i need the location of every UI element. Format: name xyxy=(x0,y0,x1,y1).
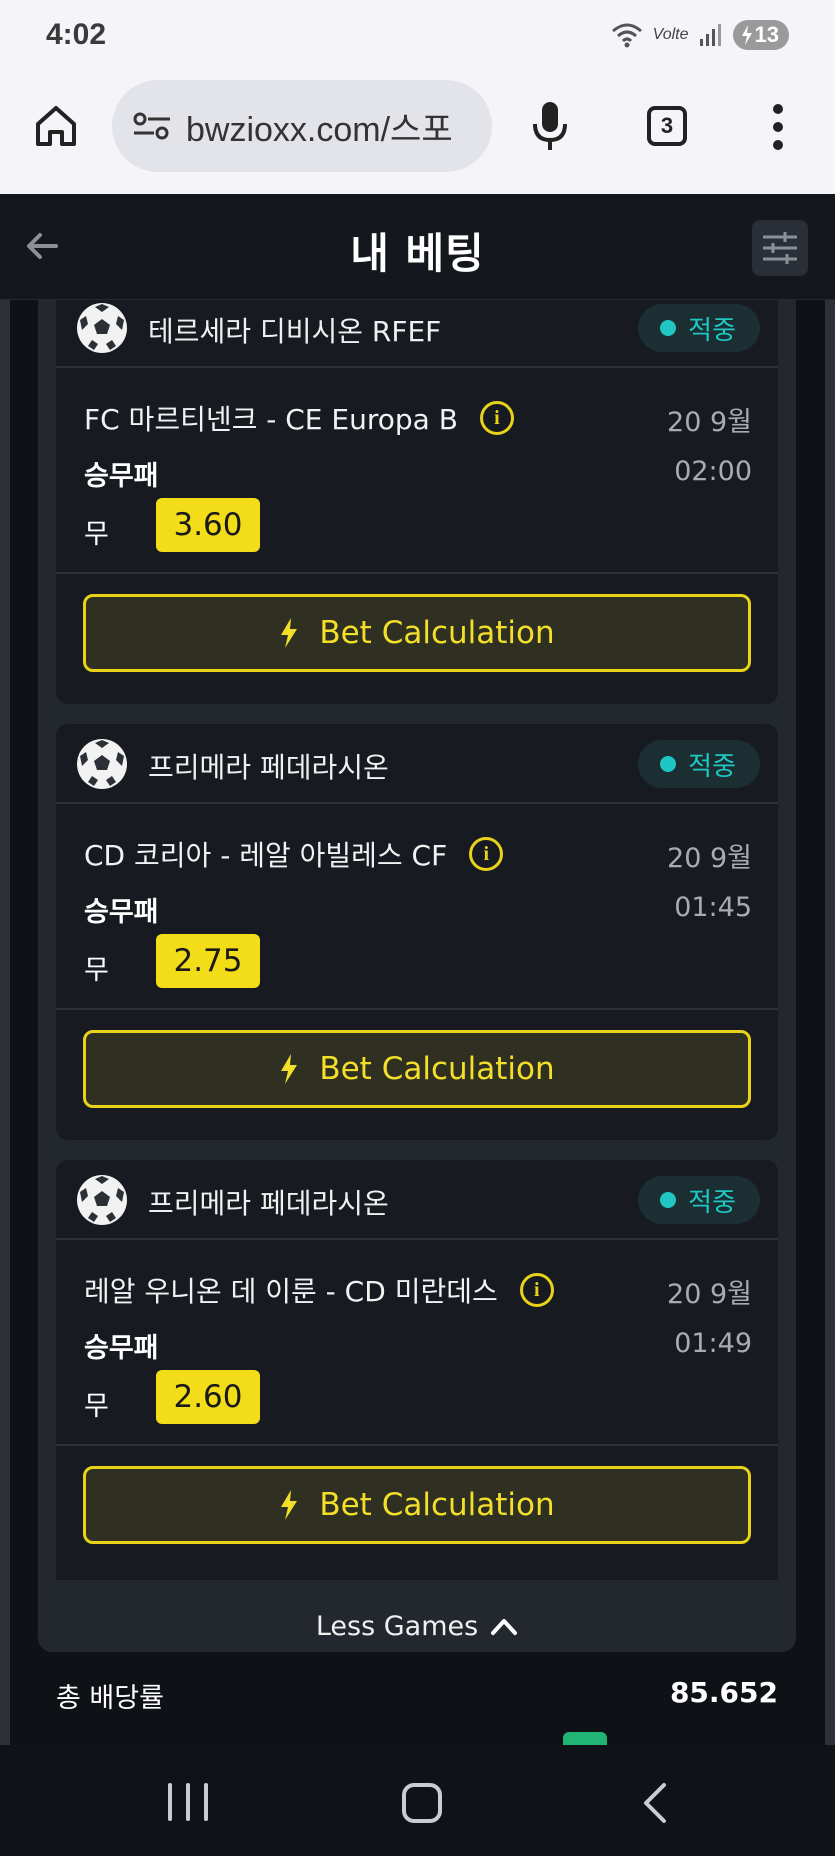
match-title: CD 코리아 - 레알 아빌레스 CF i xyxy=(84,834,504,874)
battery-level: 13 xyxy=(754,22,779,47)
info-icon[interactable]: i xyxy=(479,401,514,435)
tabs-icon[interactable]: 3 xyxy=(647,106,687,146)
status-badge: 적중 xyxy=(638,1176,760,1224)
right-gutter xyxy=(825,300,835,1745)
bet-card: 테르세라 디비시온 RFEF 적중 FC 마르티넨크 - CE Europa B… xyxy=(56,300,778,704)
status-dot-icon xyxy=(660,1192,677,1208)
league-name: 테르세라 디비시온 RFEF xyxy=(148,315,442,348)
total-odds-value: 85.652 xyxy=(669,1676,778,1709)
odds-badge: 2.75 xyxy=(156,934,260,988)
match-date: 20 9월 xyxy=(667,843,752,874)
odds-badge: 3.60 xyxy=(156,498,260,552)
bet-calculation-button[interactable]: Bet Calculation xyxy=(83,1030,751,1108)
match-time: 01:45 xyxy=(674,892,752,923)
home-icon[interactable] xyxy=(32,102,80,150)
pick-label: 무 xyxy=(84,519,109,550)
status-text: 적중 xyxy=(688,751,736,782)
filter-button[interactable] xyxy=(752,220,808,276)
bets-content[interactable]: 테르세라 디비시온 RFEF 적중 FC 마르티넨크 - CE Europa B… xyxy=(0,300,835,1745)
app-header: 내 베팅 xyxy=(0,194,835,300)
match-time: 01:49 xyxy=(674,1328,752,1359)
more-vert-icon[interactable] xyxy=(772,104,784,150)
wifi-icon xyxy=(611,23,642,48)
home-circle-icon[interactable] xyxy=(402,1783,442,1823)
bet-calculation-label: Bet Calculation xyxy=(319,615,555,651)
match-date: 20 9월 xyxy=(667,407,752,438)
total-odds-row: 총 배당률 85.652 xyxy=(56,1668,778,1718)
soccer-ball-icon xyxy=(77,303,127,353)
match-date: 20 9월 xyxy=(667,1279,752,1310)
battery-indicator: 13 xyxy=(732,20,789,50)
info-icon[interactable]: i xyxy=(469,837,504,871)
match-teams: CD 코리아 - 레알 아빌레스 CF xyxy=(84,839,448,872)
bet-calculation-button[interactable]: Bet Calculation xyxy=(83,1466,751,1544)
volte-indicator: Volte xyxy=(652,26,689,43)
signal-icon xyxy=(699,24,721,46)
market-name: 승무패 xyxy=(84,897,159,928)
less-games-label: Less Games xyxy=(315,1610,479,1642)
partial-green-element xyxy=(563,1732,607,1745)
info-icon[interactable]: i xyxy=(519,1273,554,1307)
status-text: 적중 xyxy=(688,1187,736,1218)
bet-card: 프리메라 페데라시온 적중 레알 우니온 데 이룬 - CD 미란데스 i 20… xyxy=(56,1160,778,1580)
status-time: 4:02 xyxy=(46,18,107,51)
filter-icon xyxy=(763,232,797,264)
card-footer: Bet Calculation xyxy=(56,574,778,692)
league-name: 프리메라 페데라시온 xyxy=(148,751,389,784)
match-details: CD 코리아 - 레알 아빌레스 CF i 20 9월 승무패 01:45 무 … xyxy=(56,804,778,1010)
lightning-icon xyxy=(281,1054,298,1084)
browser-toolbar: bwzioxx.com/스포 3 xyxy=(0,72,835,194)
status-icons: Volte 13 xyxy=(611,20,789,50)
bet-calculation-label: Bet Calculation xyxy=(319,1051,555,1087)
match-details: FC 마르티넨크 - CE Europa B i 20 9월 승무패 02:00… xyxy=(56,368,778,574)
charging-icon xyxy=(741,25,752,45)
card-footer: Bet Calculation xyxy=(56,1010,778,1128)
left-gutter xyxy=(0,300,10,1745)
status-bar: 4:02 Volte 13 xyxy=(0,0,835,72)
status-dot-icon xyxy=(660,756,677,772)
odds-badge: 2.60 xyxy=(156,1370,260,1424)
match-title: FC 마르티넨크 - CE Europa B i xyxy=(84,398,514,438)
url-bar[interactable]: bwzioxx.com/스포 xyxy=(112,80,492,172)
lightning-icon xyxy=(281,1490,298,1520)
match-teams: 레알 우니온 데 이룬 - CD 미란데스 xyxy=(84,1275,498,1308)
pick-label: 무 xyxy=(84,955,109,986)
league-header: 프리메라 페데라시온 적중 xyxy=(56,724,778,804)
page-title: 내 베팅 xyxy=(350,229,485,278)
league-header: 테르세라 디비시온 RFEF 적중 xyxy=(56,300,778,368)
bet-calculation-button[interactable]: Bet Calculation xyxy=(83,594,751,672)
system-nav-bar xyxy=(0,1745,835,1856)
card-footer: Bet Calculation xyxy=(56,1446,778,1564)
match-title: 레알 우니온 데 이룬 - CD 미란데스 i xyxy=(84,1270,554,1310)
recent-apps-icon[interactable] xyxy=(168,1783,208,1823)
mic-icon[interactable] xyxy=(530,100,570,152)
url-text: bwzioxx.com/스포 xyxy=(186,110,453,149)
chevron-up-icon xyxy=(491,1619,518,1635)
status-dot-icon xyxy=(660,320,677,336)
status-badge: 적중 xyxy=(638,740,760,788)
bet-card: 프리메라 페데라시온 적중 CD 코리아 - 레알 아빌레스 CF i 20 9… xyxy=(56,724,778,1140)
less-games-button[interactable]: Less Games xyxy=(38,1600,796,1652)
match-time: 02:00 xyxy=(674,456,752,487)
match-details: 레알 우니온 데 이룬 - CD 미란데스 i 20 9월 승무패 01:49 … xyxy=(56,1240,778,1446)
site-settings-icon[interactable] xyxy=(132,111,172,141)
total-odds-label: 총 배당률 xyxy=(56,1683,164,1714)
league-name: 프리메라 페데라시온 xyxy=(148,1187,389,1220)
status-text: 적중 xyxy=(688,315,736,346)
soccer-ball-icon xyxy=(77,739,127,789)
pick-label: 무 xyxy=(84,1391,109,1422)
soccer-ball-icon xyxy=(77,1175,127,1225)
league-header: 프리메라 페데라시온 적중 xyxy=(56,1160,778,1240)
tab-count: 3 xyxy=(660,113,674,138)
bet-calculation-label: Bet Calculation xyxy=(319,1487,555,1523)
match-teams: FC 마르티넨크 - CE Europa B xyxy=(84,403,458,436)
status-badge: 적중 xyxy=(638,304,760,352)
market-name: 승무패 xyxy=(84,461,159,492)
lightning-icon xyxy=(281,618,298,648)
nav-back-icon[interactable] xyxy=(636,1781,676,1825)
market-name: 승무패 xyxy=(84,1333,159,1364)
